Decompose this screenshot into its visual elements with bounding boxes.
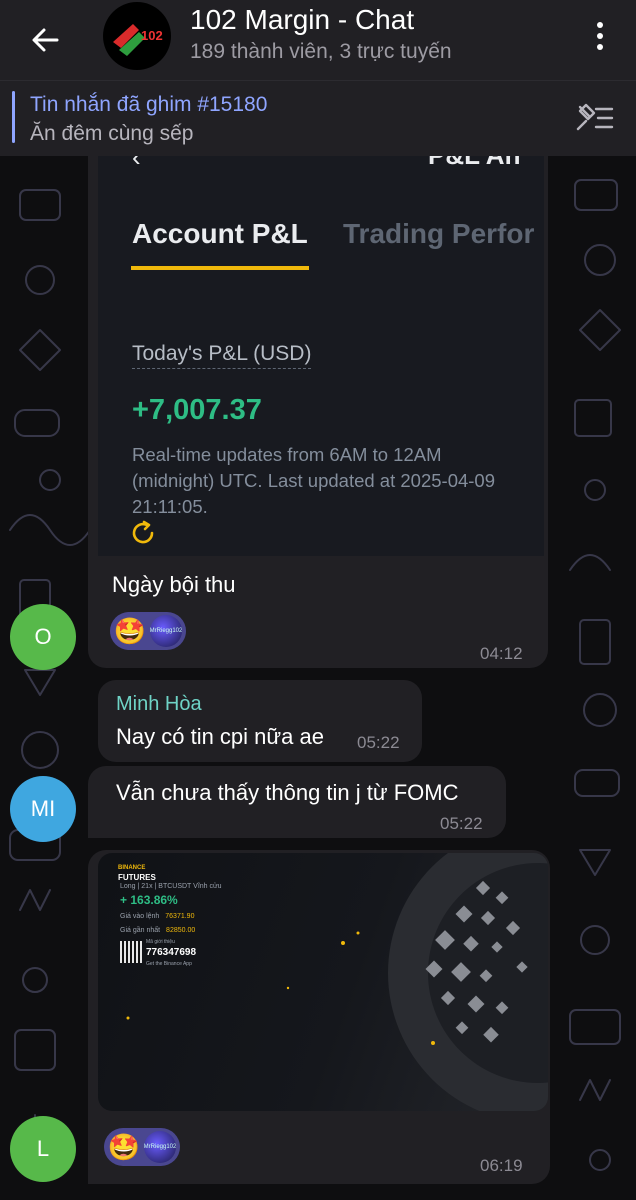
- member-count: 189 thành viên, 3 trực tuyến: [190, 40, 452, 63]
- pnl-note: Real-time updates from 6AM to 12AM (midn…: [132, 444, 496, 517]
- tab-account-pnl: Account P&L: [132, 218, 308, 249]
- message-time: 05:22: [440, 814, 483, 833]
- last-value: 82850.00: [166, 927, 196, 934]
- chat-title[interactable]: 102 Margin - Chat: [190, 4, 414, 36]
- message-text: Ngày bội thu: [112, 572, 236, 597]
- sender-avatar[interactable]: MI: [10, 776, 76, 842]
- avatar-initial: MI: [30, 796, 56, 821]
- reaction-chip[interactable]: 🤩 MrRiegg102: [110, 612, 186, 650]
- referral-code: 776347698: [146, 947, 197, 958]
- group-avatar[interactable]: 102: [103, 2, 171, 70]
- brand-name: FUTURES: [118, 873, 156, 882]
- avatar-initial: L: [36, 1136, 50, 1161]
- back-button[interactable]: [0, 0, 90, 80]
- last-price-row: Giá gần nhất 82850.00: [120, 927, 195, 934]
- star-struck-emoji-icon: 🤩: [107, 1131, 141, 1162]
- referral-label: Mã giới thiệu: [146, 939, 175, 945]
- pnl-screenshot[interactable]: P&L An ‹ Account P&L Trading Perfor Toda…: [98, 156, 544, 556]
- message-time: 05:22: [357, 733, 400, 752]
- pnl-back-partial: ‹: [132, 156, 141, 172]
- entry-value: 76371.90: [165, 913, 195, 920]
- futures-screenshot[interactable]: BINANCE FUTURES Long | 21x | BTCUSDT Vĩn…: [98, 853, 548, 1111]
- star-struck-emoji-icon: 🤩: [113, 615, 147, 646]
- pinned-title: Tin nhắn đã ghim #15180: [30, 93, 268, 116]
- more-dot: [597, 44, 603, 50]
- reactor-avatar: MrRiegg102: [150, 615, 182, 647]
- last-label: Giá gần nhất: [120, 927, 161, 934]
- more-dot: [597, 33, 603, 39]
- refresh-icon: [132, 520, 154, 544]
- chat-header: 102 102 Margin - Chat 189 thành viên, 3 …: [0, 0, 636, 80]
- sender-avatar[interactable]: L: [10, 1116, 76, 1182]
- futures-background-art: [126, 853, 548, 1111]
- message-time: 06:19: [480, 1156, 523, 1175]
- pnl-header-partial: P&L An: [428, 156, 520, 171]
- app-text: Get the Binance App: [146, 961, 192, 967]
- message-time: 04:12: [480, 644, 523, 663]
- qr-code: [120, 941, 142, 963]
- logo-text: 102: [141, 28, 163, 43]
- message-text: Nay có tin cpi nữa ae: [116, 724, 324, 749]
- pinned-indicator: [12, 91, 15, 143]
- message-text: Vẫn chưa thấy thông tin j từ FOMC: [116, 780, 459, 805]
- sender-name[interactable]: Minh Hòa: [116, 693, 202, 716]
- binance-futures-logo: BINANCE FUTURES: [118, 863, 156, 883]
- pnl-label: Today's P&L (USD): [132, 342, 312, 369]
- avatar-initial: O: [34, 624, 52, 649]
- entry-price-row: Giá vào lệnh 76371.90: [120, 913, 194, 920]
- reactor-avatar: MrRiegg102: [144, 1131, 176, 1163]
- more-dot: [597, 22, 603, 28]
- tab-trading-performance: Trading Perfor: [343, 218, 535, 249]
- pinned-list-icon[interactable]: [574, 101, 616, 135]
- pnl-value: +7,007.37: [132, 394, 262, 426]
- pinned-message-bar[interactable]: Tin nhắn đã ghim #15180 Ăn đêm cùng sếp: [0, 80, 636, 156]
- brand-top: BINANCE: [118, 865, 146, 871]
- entry-label: Giá vào lệnh: [120, 913, 160, 920]
- arrow-left-icon: [32, 28, 59, 52]
- sender-avatar[interactable]: O: [10, 604, 76, 670]
- more-options-button[interactable]: [588, 18, 612, 54]
- position-line: Long | 21x | BTCUSDT Vĩnh cửu: [120, 883, 222, 890]
- pnl-percent: + 163.86%: [120, 893, 178, 907]
- reaction-chip[interactable]: 🤩 MrRiegg102: [104, 1128, 180, 1166]
- pinned-text: Ăn đêm cùng sếp: [30, 122, 194, 145]
- tab-underline: [131, 266, 309, 270]
